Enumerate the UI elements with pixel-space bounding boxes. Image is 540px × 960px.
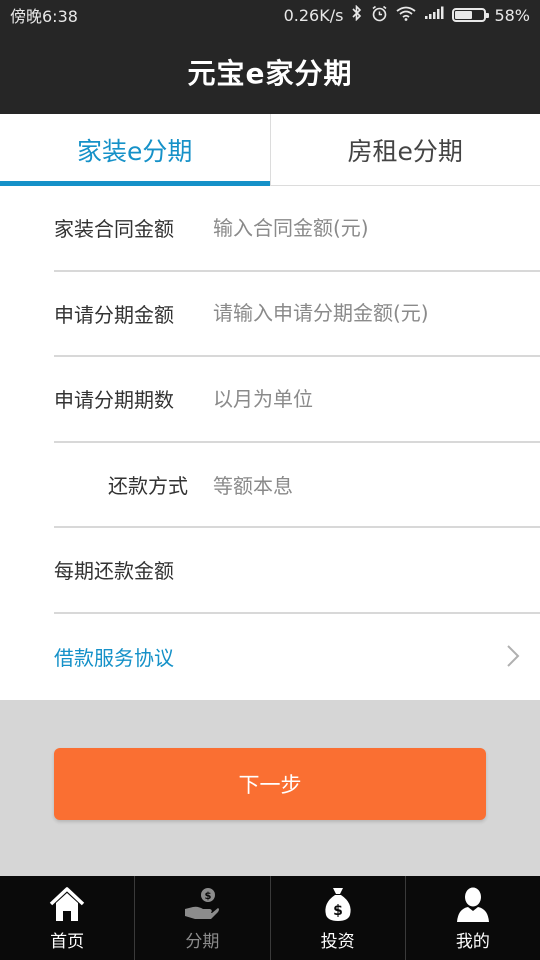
installment-periods-label: 申请分期期数 [54,388,174,413]
tab-bar: 家装e分期 房租e分期 [0,114,540,186]
installment-periods-input[interactable] [213,386,513,411]
installment-amount-input[interactable] [213,301,513,326]
contract-amount-input[interactable] [213,215,513,240]
nav-item-mine[interactable]: 我的 [404,876,540,960]
nav-item-invest[interactable]: $ 投资 [269,876,405,960]
contract-amount-label: 家装合同金额 [54,217,174,242]
loan-agreement-row[interactable]: 借款服务协议 [54,614,540,700]
repayment-method-row[interactable]: 还款方式 等额本息 [54,443,540,528]
tab-label: 家装e分期 [77,136,193,166]
app-screen: 傍晚6:38 0.26K/s 58% 元宝e家分期 家装e分期 房租e分期 家装… [0,0,540,960]
loan-agreement-link[interactable]: 借款服务协议 [54,642,174,671]
alarm-clock-icon [371,5,388,26]
chevron-right-icon [507,645,520,667]
tab-home-decoration-installment[interactable]: 家装e分期 [0,114,270,186]
tab-rent-installment[interactable]: 房租e分期 [269,114,540,185]
hand-coin-icon: $ [185,888,220,919]
nav-label: 投资 [320,932,355,952]
bottom-navigation: 首页 $ 分期 $ 投资 我的 [0,876,540,960]
contract-amount-row: 家装合同金额 [54,186,540,272]
home-icon [49,887,85,921]
installment-periods-row: 申请分期期数 [54,357,540,443]
status-indicators: 0.26K/s 58% [283,4,530,26]
bluetooth-icon [351,4,363,25]
tab-label: 房租e分期 [347,136,463,166]
battery-fill [455,11,472,19]
signal-icon [424,6,444,24]
svg-text:$: $ [205,891,212,902]
next-step-label: 下一步 [238,773,302,797]
battery-percent: 58% [494,5,530,25]
svg-text:$: $ [333,903,343,919]
installment-form: 家装合同金额 申请分期金额 申请分期期数 还款方式 等额本息 每期还款金额 借款… [0,186,540,700]
network-speed: 0.26K/s [283,5,344,25]
status-time: 傍晚6:38 [10,7,78,26]
monthly-repayment-row: 每期还款金额 [54,528,540,614]
page-title: 元宝e家分期 [187,57,353,90]
status-bar: 傍晚6:38 0.26K/s 58% [0,0,540,30]
nav-label: 我的 [455,932,490,952]
battery-icon [452,8,490,22]
repayment-method-label: 还款方式 [108,473,188,498]
repayment-method-value: 等额本息 [213,473,293,498]
nav-label: 首页 [50,932,85,952]
money-bag-icon: $ [325,888,351,921]
installment-amount-row: 申请分期金额 [54,272,540,357]
nav-item-home[interactable]: 首页 [0,876,134,960]
monthly-repayment-label: 每期还款金额 [54,559,174,584]
wifi-icon [396,6,416,25]
nav-label: 分期 [185,932,220,952]
next-step-button[interactable]: 下一步 [54,748,486,820]
nav-item-installment[interactable]: $ 分期 [134,876,269,960]
app-header: 元宝e家分期 [0,30,540,114]
installment-amount-label: 申请分期金额 [54,302,174,327]
user-icon [456,887,489,922]
